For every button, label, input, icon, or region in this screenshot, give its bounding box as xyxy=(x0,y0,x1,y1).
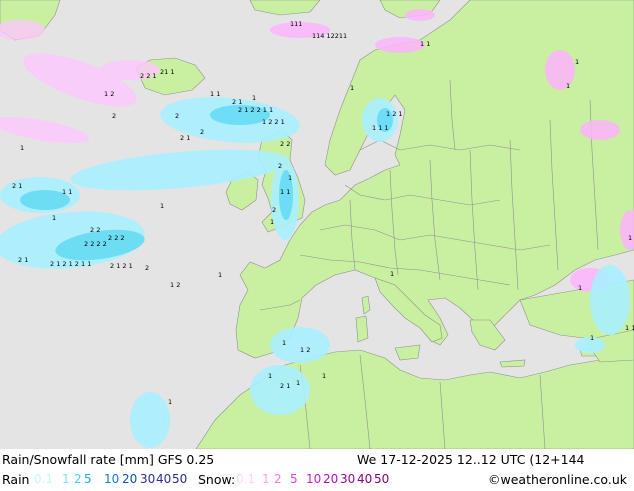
svg-text:2 1 2 2 1 1: 2 1 2 2 1 1 xyxy=(238,106,273,114)
svg-text:1 1: 1 1 xyxy=(625,324,634,332)
svg-text:2 2 2 2: 2 2 2 2 xyxy=(84,240,107,248)
svg-text:2: 2 xyxy=(272,206,276,214)
snow-scale-5: 20 xyxy=(323,472,339,486)
svg-text:2 1: 2 1 xyxy=(180,134,190,142)
svg-text:1: 1 xyxy=(52,214,56,222)
svg-text:1: 1 xyxy=(575,58,579,66)
rain-scale-2: 2 xyxy=(74,472,82,486)
svg-text:114 12211: 114 12211 xyxy=(312,32,347,40)
svg-text:1: 1 xyxy=(628,234,632,242)
rain-scale-4: 10 xyxy=(104,472,120,486)
land-sardinia xyxy=(355,315,369,343)
svg-text:1: 1 xyxy=(322,372,326,380)
svg-text:1: 1 xyxy=(590,334,594,342)
svg-text:1 2: 1 2 xyxy=(170,281,180,289)
svg-text:1: 1 xyxy=(268,372,272,380)
rain-scale-1: 1 xyxy=(62,472,70,486)
svg-text:2 2: 2 2 xyxy=(280,140,290,148)
svg-text:2: 2 xyxy=(112,112,116,120)
svg-text:2 2: 2 2 xyxy=(90,226,100,234)
rain-scale-0: 0.1 xyxy=(34,472,54,486)
svg-text:2: 2 xyxy=(200,128,204,136)
rain-scale-7: 40 xyxy=(156,472,172,486)
svg-text:1 2: 1 2 xyxy=(104,90,114,98)
rain-scale-5: 20 xyxy=(122,472,138,486)
svg-text:1: 1 xyxy=(252,94,256,102)
svg-text:1: 1 xyxy=(20,144,24,152)
snow-legend-label: Snow: xyxy=(198,472,236,487)
snow-scale-0: 0.1 xyxy=(236,472,256,486)
svg-text:1 2 1: 1 2 1 xyxy=(386,110,403,118)
svg-text:1: 1 xyxy=(168,398,172,406)
svg-text:2 1: 2 1 xyxy=(12,182,22,190)
svg-text:1: 1 xyxy=(390,270,394,278)
footer-row-1: Rain/Snowfall rate [mm] GFS 0.25 We 17-1… xyxy=(0,451,634,471)
rain-scale-6: 30 xyxy=(140,472,156,486)
svg-text:2 2 1: 2 2 1 xyxy=(140,72,157,80)
svg-text:2 1: 2 1 xyxy=(280,382,290,390)
svg-text:1: 1 xyxy=(350,84,354,92)
snow-scale-7: 40 xyxy=(357,472,373,486)
svg-text:1 2: 1 2 xyxy=(300,346,310,354)
rain-scale-8: 50 xyxy=(172,472,188,486)
svg-text:21 1: 21 1 xyxy=(160,68,174,76)
rain-scale-3: 5 xyxy=(84,472,92,486)
svg-text:1 2 2 1: 1 2 2 1 xyxy=(262,118,285,126)
map-title: Rain/Snowfall rate [mm] GFS 0.25 xyxy=(2,452,215,467)
map-datetime: We 17-12-2025 12..12 UTC (12+144 xyxy=(357,452,585,467)
svg-text:2 1 2 1 2 1 1: 2 1 2 1 2 1 1 xyxy=(50,260,91,268)
precipitation-map: 111114 12211 2 2 1 21 1 1 21 1 2 11 2 1 2… xyxy=(0,0,634,449)
svg-text:2 2 2: 2 2 2 xyxy=(108,234,125,242)
land-sicily xyxy=(394,344,421,361)
rain-legend-label: Rain xyxy=(2,472,30,487)
snow-scale-4: 10 xyxy=(306,472,322,486)
svg-text:1: 1 xyxy=(566,82,570,90)
svg-text:1: 1 xyxy=(270,218,274,226)
svg-text:2: 2 xyxy=(145,264,149,272)
svg-text:1 1 1: 1 1 1 xyxy=(372,124,389,132)
credit-link[interactable]: ©weatheronline.co.uk xyxy=(488,472,627,487)
svg-text:1 1: 1 1 xyxy=(210,90,220,98)
svg-text:1: 1 xyxy=(160,202,164,210)
snow-scale-1: 1 xyxy=(262,472,270,486)
svg-text:2 1 2 1: 2 1 2 1 xyxy=(110,262,133,270)
snow-scale-2: 2 xyxy=(274,472,282,486)
svg-text:1: 1 xyxy=(578,284,582,292)
svg-text:1 1: 1 1 xyxy=(62,188,72,196)
svg-text:2 1: 2 1 xyxy=(18,256,28,264)
svg-text:2: 2 xyxy=(278,162,282,170)
svg-text:1 1: 1 1 xyxy=(420,40,430,48)
svg-text:111: 111 xyxy=(290,20,302,28)
snow-scale-3: 5 xyxy=(290,472,298,486)
svg-text:1: 1 xyxy=(296,379,300,387)
svg-text:2: 2 xyxy=(175,112,179,120)
footer-row-2: Rain 0.1 1 2 5 10 20 30 40 50 Snow: 0.1 … xyxy=(0,471,634,491)
snow-scale-6: 30 xyxy=(340,472,356,486)
svg-text:1 1: 1 1 xyxy=(280,188,290,196)
svg-text:2 1: 2 1 xyxy=(232,98,242,106)
svg-text:1: 1 xyxy=(282,339,286,347)
snow-scale-8: 50 xyxy=(374,472,390,486)
svg-text:1: 1 xyxy=(288,174,292,182)
svg-text:1: 1 xyxy=(218,271,222,279)
